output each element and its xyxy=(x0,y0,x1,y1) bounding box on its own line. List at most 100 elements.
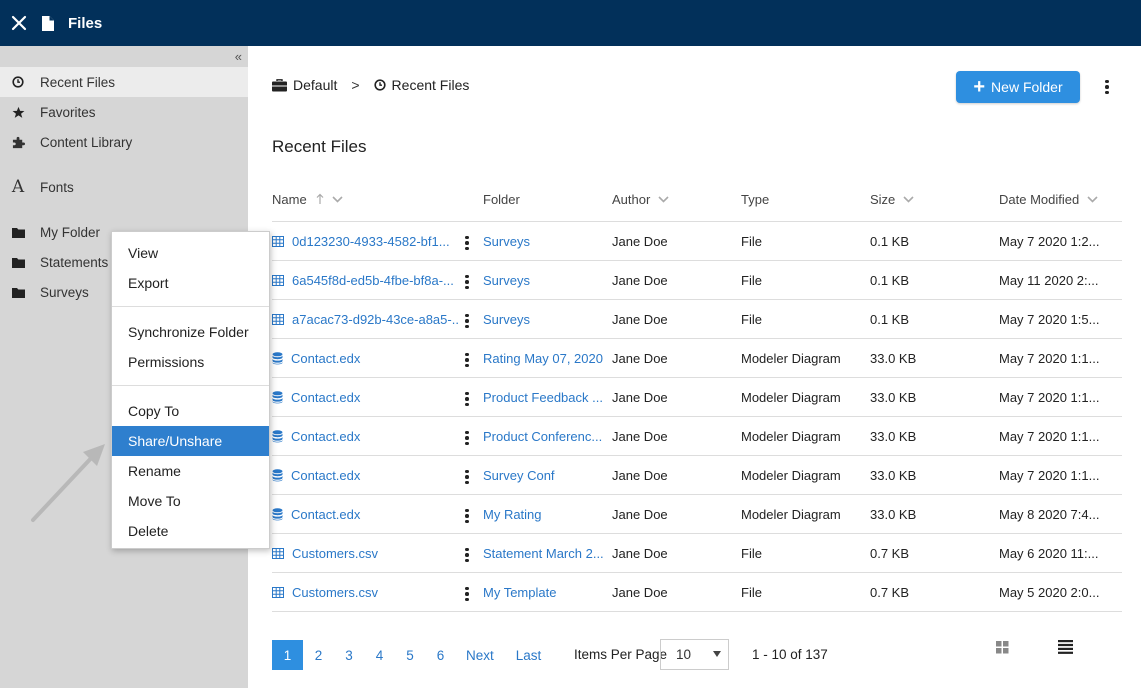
menu-divider xyxy=(112,385,269,386)
cell-folder[interactable]: Product Feedback ... xyxy=(483,378,608,417)
row-more-options-icon[interactable] xyxy=(462,544,472,566)
sidebar-item-recent-files[interactable]: Recent Files xyxy=(0,67,248,97)
menu-item-view[interactable]: View xyxy=(112,238,269,268)
row-more-options-icon[interactable] xyxy=(462,388,472,410)
list-view-icon[interactable] xyxy=(1058,640,1073,657)
row-more-options-icon[interactable] xyxy=(462,232,472,254)
cell-name[interactable]: Contact.edx xyxy=(272,495,458,534)
cell-name[interactable]: a7acac73-d92b-43ce-a8a5-... xyxy=(272,300,458,339)
cell-folder[interactable]: Surveys xyxy=(483,261,608,300)
collapse-sidebar-button[interactable]: « xyxy=(235,49,242,64)
cell-folder[interactable]: Surveys xyxy=(483,300,608,339)
file-icon xyxy=(42,0,58,46)
cell-author: Jane Doe xyxy=(612,468,668,483)
page-2-button[interactable]: 2 xyxy=(303,640,334,670)
row-more-options-icon[interactable] xyxy=(462,271,472,293)
page-5-button[interactable]: 5 xyxy=(395,640,425,670)
cell-name[interactable]: Contact.edx xyxy=(272,378,458,417)
briefcase-icon xyxy=(272,78,287,92)
next-page-button[interactable]: Next xyxy=(466,640,494,670)
menu-item-permissions[interactable]: Permissions xyxy=(112,347,269,377)
items-per-page-select[interactable]: 10 xyxy=(660,639,729,670)
table-row[interactable]: 0d123230-4933-4582-bf1... Surveys Jane Doe… xyxy=(272,222,1122,261)
last-page-button[interactable]: Last xyxy=(516,640,542,670)
table-row[interactable]: Contact.edx Rating May 07, 2020 Jane Doe Mo… xyxy=(272,339,1122,378)
cell-type: File xyxy=(741,312,762,327)
table-row[interactable]: Customers.csv My Template Jane Doe File 0.7 … xyxy=(272,573,1122,612)
column-header-type[interactable]: Type xyxy=(741,176,769,222)
row-more-options-icon[interactable] xyxy=(462,583,472,605)
more-options-icon[interactable] xyxy=(1100,76,1114,98)
cell-folder[interactable]: Statement March 2... xyxy=(483,534,608,573)
cell-author: Jane Doe xyxy=(612,507,668,522)
menu-item-move-to[interactable]: Move To xyxy=(112,486,269,516)
table-row[interactable]: Contact.edx Product Conferenc... Jane Doe M… xyxy=(272,417,1122,456)
cell-name[interactable]: Contact.edx xyxy=(272,456,458,495)
column-header-author[interactable]: Author xyxy=(612,176,669,222)
page-4-button[interactable]: 4 xyxy=(364,640,395,670)
breadcrumb: Default > Recent Files xyxy=(272,77,469,93)
menu-item-copy-to[interactable]: Copy To xyxy=(112,396,269,426)
table-row[interactable]: Contact.edx My Rating Jane Doe Modeler Diag… xyxy=(272,495,1122,534)
database-icon xyxy=(272,469,283,482)
cell-size: 0.1 KB xyxy=(870,234,910,249)
table-row[interactable]: 6a545f8d-ed5b-4fbe-bf8a-... Surveys Jane D… xyxy=(272,261,1122,300)
pagination-range: 1 - 10 of 137 xyxy=(752,647,828,662)
cell-type: File xyxy=(741,234,762,249)
table-row[interactable]: Customers.csv Statement March 2... Jane Do… xyxy=(272,534,1122,573)
column-header-name[interactable]: Name xyxy=(272,176,343,222)
cell-author: Jane Doe xyxy=(612,312,668,327)
cell-name[interactable]: 6a545f8d-ed5b-4fbe-bf8a-... xyxy=(272,261,458,300)
puzzle-icon xyxy=(0,136,40,149)
cell-folder[interactable]: Product Conferenc... xyxy=(483,417,608,456)
table-row[interactable]: Contact.edx Product Feedback ... Jane Doe M… xyxy=(272,378,1122,417)
row-more-options-icon[interactable] xyxy=(462,505,472,527)
table-row[interactable]: Contact.edx Survey Conf Jane Doe Modeler Di… xyxy=(272,456,1122,495)
menu-item-synchronize-folder[interactable]: Synchronize Folder xyxy=(112,317,269,347)
new-folder-button[interactable]: + New Folder xyxy=(956,71,1080,103)
breadcrumb-current[interactable]: Recent Files xyxy=(373,77,469,93)
cell-name[interactable]: Customers.csv xyxy=(272,573,458,612)
menu-item-delete[interactable]: Delete xyxy=(112,516,269,546)
row-more-options-icon[interactable] xyxy=(462,466,472,488)
database-icon xyxy=(272,391,283,404)
menu-divider xyxy=(112,306,269,307)
cell-name[interactable]: Contact.edx xyxy=(272,417,458,456)
row-more-options-icon[interactable] xyxy=(462,427,472,449)
page-6-button[interactable]: 6 xyxy=(425,640,456,670)
breadcrumb-separator: > xyxy=(351,77,360,93)
page-title: Recent Files xyxy=(272,137,367,156)
chevron-down-icon xyxy=(1087,195,1098,203)
folder-icon xyxy=(0,257,40,268)
row-more-options-icon[interactable] xyxy=(462,310,472,332)
row-more-options-icon[interactable] xyxy=(462,349,472,371)
grid-view-icon[interactable] xyxy=(996,641,1009,657)
cell-author: Jane Doe xyxy=(612,273,668,288)
menu-item-export[interactable]: Export xyxy=(112,268,269,298)
breadcrumb-default[interactable]: Default xyxy=(272,77,337,93)
page-1-button[interactable]: 1 xyxy=(272,640,303,670)
cell-folder[interactable]: Rating May 07, 2020 xyxy=(483,339,608,378)
cell-size: 0.1 KB xyxy=(870,273,910,288)
cell-size: 0.7 KB xyxy=(870,585,910,600)
cell-name[interactable]: 0d123230-4933-4582-bf1... xyxy=(272,222,458,261)
sidebar-item-favorites[interactable]: Favorites xyxy=(0,97,248,127)
table-row[interactable]: a7acac73-d92b-43ce-a8a5-... Surveys Jane D… xyxy=(272,300,1122,339)
menu-item-share-unshare[interactable]: Share/Unshare xyxy=(112,426,269,456)
cell-folder[interactable]: My Rating xyxy=(483,495,608,534)
column-header-date-modified[interactable]: Date Modified xyxy=(999,176,1098,222)
cell-folder[interactable]: Survey Conf xyxy=(483,456,608,495)
clock-icon xyxy=(0,76,40,88)
column-header-folder[interactable]: Folder xyxy=(483,176,520,222)
cell-name[interactable]: Customers.csv xyxy=(272,534,458,573)
sidebar-item-fonts[interactable]: A Fonts xyxy=(0,172,248,202)
close-icon[interactable] xyxy=(0,0,38,46)
page-3-button[interactable]: 3 xyxy=(334,640,364,670)
cell-size: 33.0 KB xyxy=(870,390,917,405)
column-header-size[interactable]: Size xyxy=(870,176,914,222)
cell-folder[interactable]: Surveys xyxy=(483,222,608,261)
cell-name[interactable]: Contact.edx xyxy=(272,339,458,378)
menu-item-rename[interactable]: Rename xyxy=(112,456,269,486)
sidebar-item-content-library[interactable]: Content Library xyxy=(0,127,248,157)
cell-folder[interactable]: My Template xyxy=(483,573,608,612)
